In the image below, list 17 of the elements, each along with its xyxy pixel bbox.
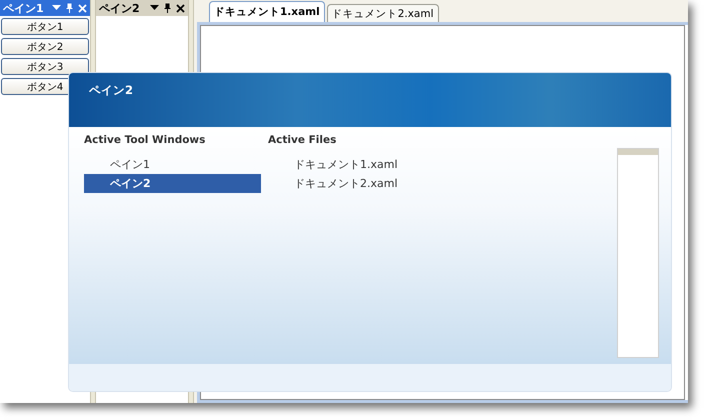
tool-window-item[interactable]: ペイン2 <box>84 174 261 193</box>
pane-title: ペイン2 <box>99 0 140 16</box>
file-item[interactable]: ドキュメント1.xaml <box>268 155 508 174</box>
close-icon[interactable] <box>176 4 185 12</box>
file-item[interactable]: ドキュメント2.xaml <box>268 174 508 193</box>
pane-button[interactable]: ボタン2 <box>1 38 89 55</box>
tool-window-item[interactable]: ペイン1 <box>84 155 261 174</box>
document-tab[interactable]: ドキュメント1.xaml <box>209 1 325 22</box>
pane-button[interactable]: ボタン3 <box>1 58 89 75</box>
document-tab[interactable]: ドキュメント2.xaml <box>326 4 439 22</box>
pane-button[interactable]: ボタン1 <box>1 18 89 35</box>
column-heading: Active Files <box>268 133 338 148</box>
column-heading: Active Tool Windows <box>84 133 206 148</box>
pin-icon[interactable] <box>164 3 171 13</box>
navigator-title: ペイン2 <box>89 83 134 97</box>
dropdown-icon[interactable] <box>150 5 159 11</box>
pane-title: ペイン1 <box>3 0 44 16</box>
